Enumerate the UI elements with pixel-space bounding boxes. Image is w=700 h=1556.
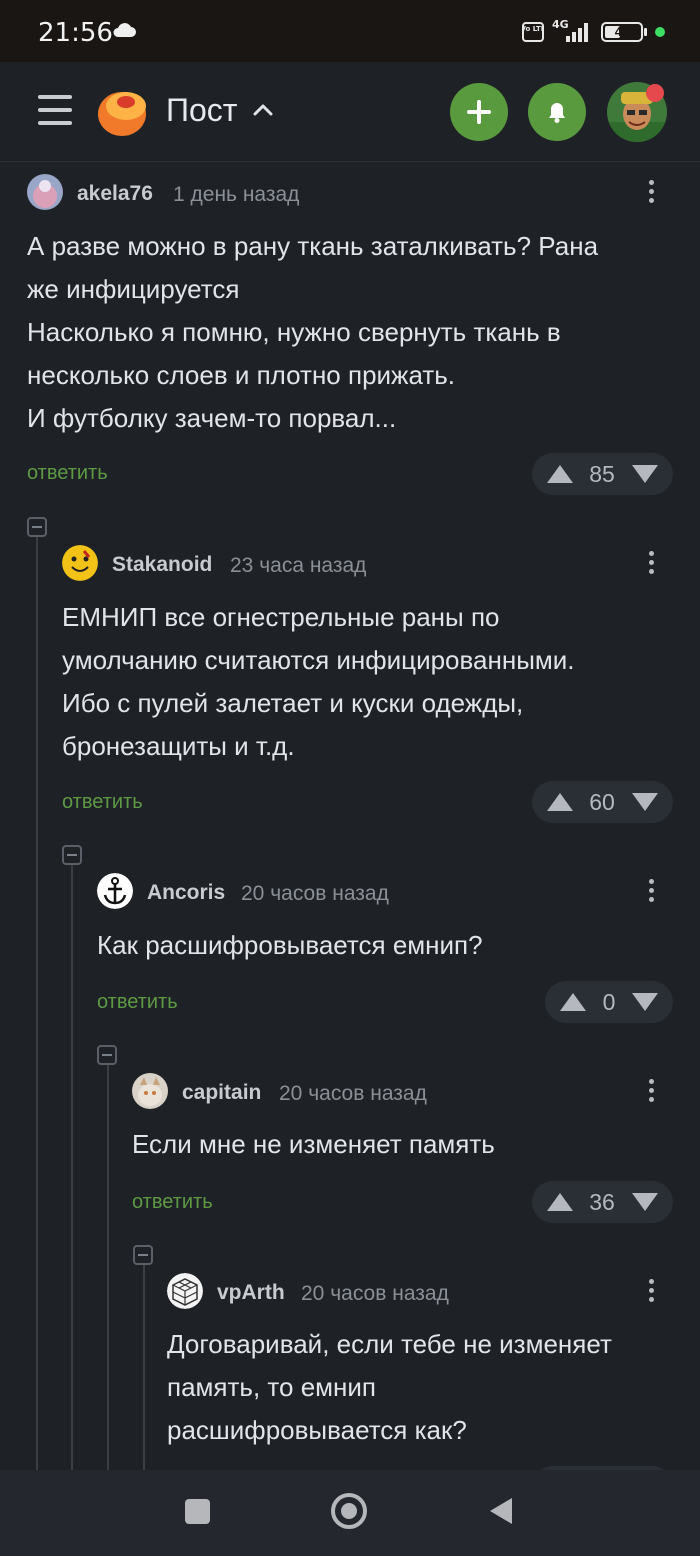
create-post-button[interactable]	[450, 83, 508, 141]
collapse-thread-button[interactable]	[97, 1045, 117, 1065]
privacy-indicator-dot	[655, 27, 665, 37]
upvote-icon[interactable]	[547, 465, 573, 483]
comment-text: Договаривай, если тебе не изменяет памят…	[167, 1329, 612, 1445]
page-title[interactable]: Пост	[166, 92, 237, 129]
more-options-icon[interactable]	[646, 1076, 656, 1110]
home-icon[interactable]	[331, 1493, 367, 1529]
comment-author[interactable]: capitain	[182, 1081, 261, 1105]
svg-text:4G: 4G	[552, 18, 569, 31]
comment: vpArth 20 часов назад Договаривай, если …	[0, 1273, 700, 1470]
comment-time: 20 часов назад	[301, 1282, 449, 1305]
comment-score: 85	[589, 461, 615, 487]
comment-score: 36	[589, 1189, 615, 1215]
system-navigation-bar	[0, 1470, 700, 1556]
avatar[interactable]	[132, 1073, 168, 1109]
downvote-icon[interactable]	[632, 793, 658, 811]
status-bar: 21:56 Vo LTE 4G 43	[0, 0, 700, 62]
comment-text: ЕМНИП все огнестрельные раны по умолчани…	[62, 602, 575, 761]
comment-text: А разве можно в рану ткань заталкивать? …	[27, 231, 599, 433]
plus-icon	[467, 100, 491, 124]
downvote-icon[interactable]	[632, 465, 658, 483]
comment-time: 23 часа назад	[230, 554, 367, 577]
collapse-thread-button[interactable]	[62, 845, 82, 865]
signal-icon: 4G	[552, 18, 588, 42]
collapse-thread-button[interactable]	[133, 1245, 153, 1265]
volte-icon: Vo LTE	[522, 22, 544, 42]
avatar[interactable]	[27, 174, 63, 210]
svg-text:Vo LTE: Vo LTE	[522, 25, 544, 33]
avatar[interactable]	[97, 873, 133, 909]
avatar[interactable]	[62, 545, 98, 581]
comment-author[interactable]: vpArth	[217, 1281, 285, 1305]
reply-button[interactable]: ответить	[97, 991, 178, 1014]
more-options-icon[interactable]	[646, 1276, 656, 1310]
comment-score: 60	[589, 789, 615, 815]
downvote-icon[interactable]	[632, 1193, 658, 1211]
cloud-icon	[113, 23, 136, 37]
upvote-icon[interactable]	[560, 993, 586, 1011]
vote-control: 36	[532, 1181, 673, 1223]
comment-text: Как расшифровывается емнип?	[97, 930, 483, 960]
more-options-icon[interactable]	[646, 876, 656, 910]
collapse-thread-button[interactable]	[27, 517, 47, 537]
comment: Ancoris 20 часов назад Как расшифровывае…	[0, 873, 700, 1033]
comment-time: 20 часов назад	[279, 1082, 427, 1105]
battery-tip	[644, 28, 647, 36]
back-icon[interactable]	[488, 1496, 514, 1526]
reply-button[interactable]: ответить	[27, 462, 108, 485]
comment: capitain 20 часов назад Если мне не изме…	[0, 1073, 700, 1233]
menu-icon[interactable]	[38, 95, 72, 129]
comment-author[interactable]: akela76	[77, 182, 153, 206]
upvote-icon[interactable]	[547, 793, 573, 811]
battery-icon: 43	[601, 22, 643, 42]
avatar[interactable]	[167, 1273, 203, 1309]
comment-time: 20 часов назад	[241, 882, 389, 905]
vote-control: 60	[532, 781, 673, 823]
vote-control: 0	[545, 981, 673, 1023]
notifications-button[interactable]	[528, 83, 586, 141]
upvote-icon[interactable]	[547, 1193, 573, 1211]
chevron-up-icon[interactable]	[253, 102, 273, 116]
recent-apps-icon[interactable]	[185, 1499, 210, 1524]
comment-author[interactable]: Ancoris	[147, 881, 225, 905]
comment-score: 0	[602, 989, 616, 1015]
pikabu-logo[interactable]	[96, 84, 152, 138]
reply-button[interactable]: ответить	[62, 791, 143, 814]
app-header: Пост	[0, 62, 700, 162]
battery-level: 43	[614, 24, 630, 39]
status-time: 21:56	[38, 18, 113, 48]
downvote-icon[interactable]	[632, 993, 658, 1011]
more-options-icon[interactable]	[646, 548, 656, 582]
comment-time: 1 день назад	[173, 183, 300, 206]
more-options-icon[interactable]	[646, 177, 656, 211]
reply-button[interactable]: ответить	[132, 1191, 213, 1214]
notification-badge	[646, 84, 664, 102]
comment: Stakanoid 23 часа назад ЕМНИП все огнест…	[0, 545, 700, 835]
vote-control: 85	[532, 453, 673, 495]
comment-author[interactable]: Stakanoid	[112, 553, 212, 577]
bell-icon	[549, 103, 565, 123]
comment-text: Если мне не изменяет память	[132, 1129, 495, 1159]
comment: akela76 1 день назад А разве можно в ран…	[0, 172, 700, 502]
